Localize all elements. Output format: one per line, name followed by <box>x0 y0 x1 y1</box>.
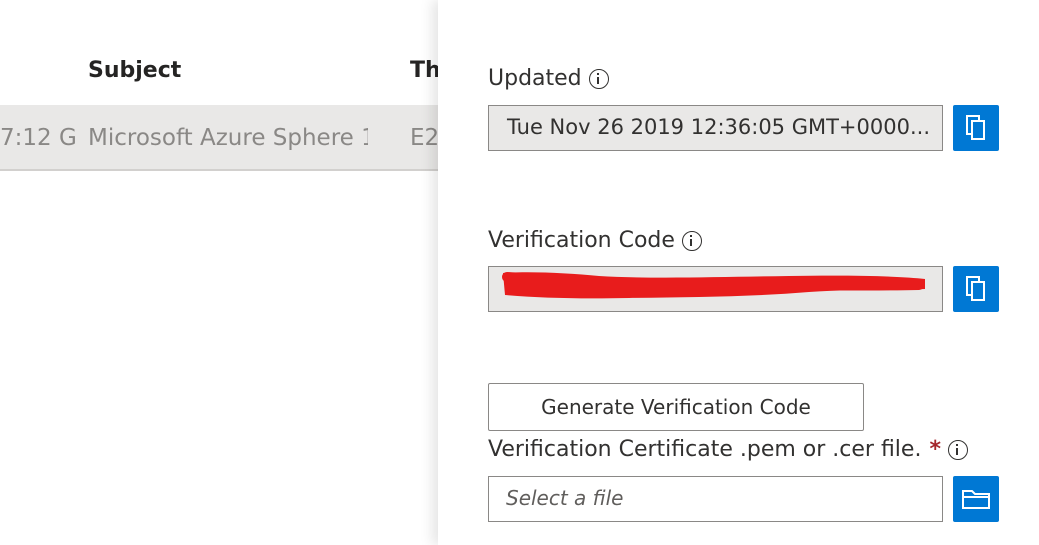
verification-certificate-label-text: Verification Certificate .pem or .cer fi… <box>488 437 922 462</box>
info-icon[interactable] <box>681 230 702 251</box>
certificate-file-input[interactable]: Select a file <box>488 476 943 522</box>
info-icon[interactable] <box>588 68 609 89</box>
cell-subject: Microsoft Azure Sphere 1e <box>88 125 368 151</box>
cell-thumbprint: E2 <box>410 125 438 151</box>
verification-code-field[interactable] <box>488 266 943 312</box>
verification-code-label-text: Verification Code <box>488 228 675 253</box>
column-header-subject[interactable]: Subject <box>88 58 181 83</box>
updated-field[interactable]: Tue Nov 26 2019 12:36:05 GMT+0000... <box>488 105 943 151</box>
info-icon[interactable] <box>947 439 968 460</box>
required-marker: * <box>929 437 941 462</box>
certificate-details-panel: Updated Tue Nov 26 2019 12:36:05 GMT+000… <box>438 0 1039 545</box>
browse-file-button[interactable] <box>953 476 999 522</box>
generate-verification-code-button[interactable]: Generate Verification Code <box>488 383 864 431</box>
verification-code-label: Verification Code <box>488 228 702 253</box>
copy-updated-button[interactable] <box>953 105 999 151</box>
redaction-mark <box>502 272 925 299</box>
updated-label-text: Updated <box>488 66 582 91</box>
column-header-thumbprint[interactable]: Th <box>410 58 438 83</box>
updated-label: Updated <box>488 66 609 91</box>
certificates-table: Subject Th 7:12 G Microsoft Azure Sphere… <box>0 0 438 545</box>
folder-icon <box>962 490 990 509</box>
cell-time: 7:12 G <box>0 125 77 151</box>
copy-verification-code-button[interactable] <box>953 266 999 312</box>
table-row[interactable]: 7:12 G Microsoft Azure Sphere 1e E2 <box>0 105 438 171</box>
verification-certificate-label: Verification Certificate .pem or .cer fi… <box>488 437 968 462</box>
